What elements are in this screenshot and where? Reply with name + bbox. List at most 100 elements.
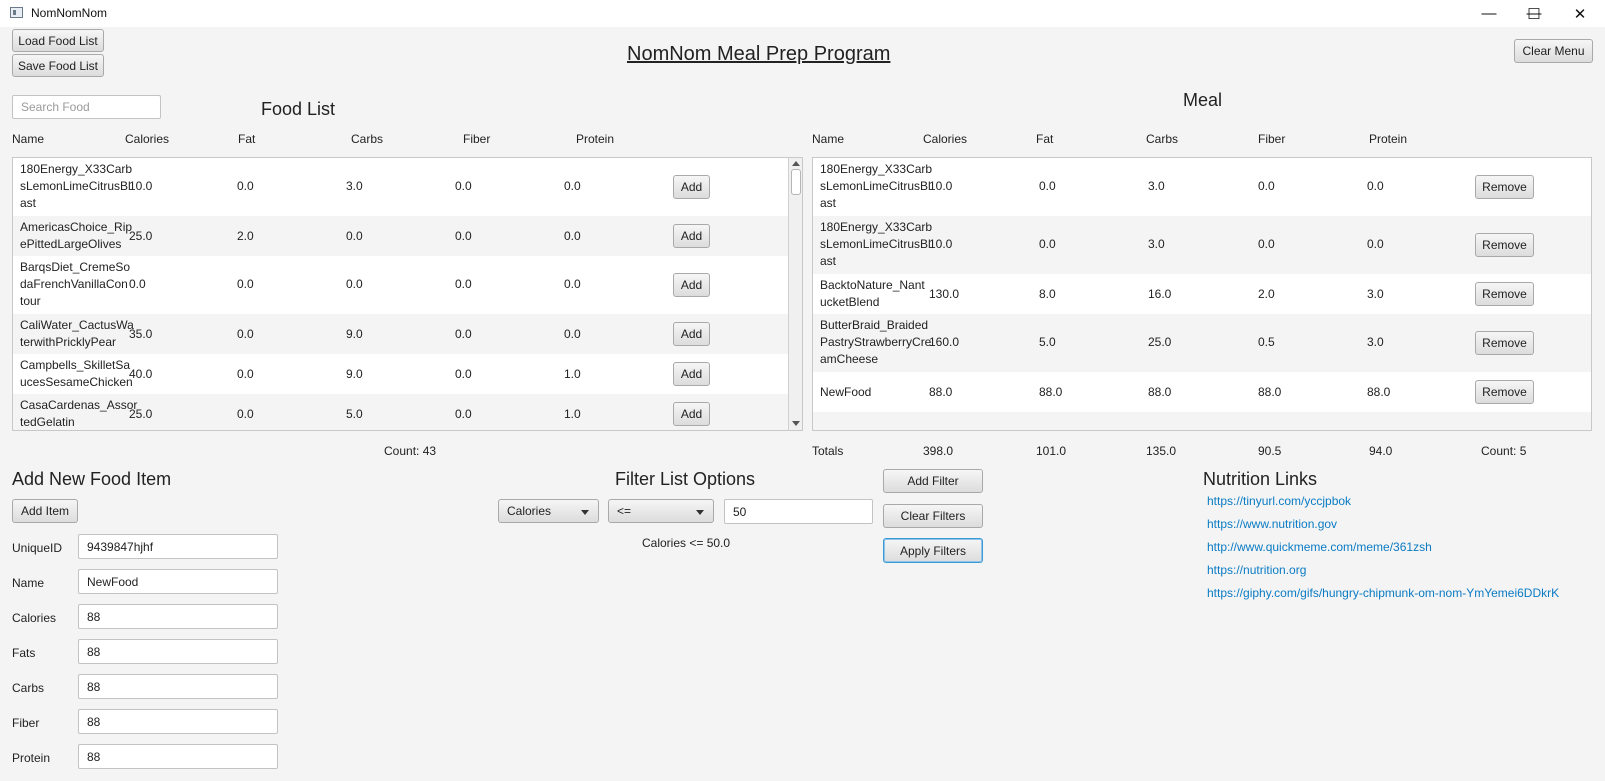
carbs-label: Carbs [12,681,45,695]
add-food-button[interactable]: Add [673,362,710,386]
food-fiber: 0.0 [455,229,472,243]
load-food-list-button[interactable]: Load Food List [12,29,104,52]
nutrition-link[interactable]: https://giphy.com/gifs/hungry-chipmunk-o… [1207,586,1559,600]
protein-label: Protein [12,751,51,765]
meal-item-calories: 88.0 [929,385,953,399]
fiber-label: Fiber [12,716,40,730]
food-fat: 0.0 [237,327,254,341]
close-button[interactable]: ✕ [1557,0,1603,27]
food-fat: 0.0 [237,407,254,421]
table-row[interactable]: AmericasChoice_Rip ePittedLargeOlives 25… [13,216,802,256]
chevron-down-icon [581,510,589,515]
table-row[interactable]: 180Energy_X33Carb sLemonLimeCitrusBl ast… [813,158,1591,216]
nutrition-links-heading: Nutrition Links [1203,469,1318,489]
table-row[interactable]: Campbells_SkilletSa ucesSesameChicken 40… [13,354,802,394]
food-fat: 2.0 [237,229,254,243]
food-col-carbs: Carbs [351,132,384,146]
add-food-button[interactable]: Add [673,322,710,346]
remove-meal-item-button[interactable]: Remove [1475,331,1534,355]
clear-filters-button[interactable]: Clear Filters [883,504,983,528]
meal-col-fat: Fat [1036,132,1054,146]
meal-col-fiber: Fiber [1258,132,1286,146]
fats-field[interactable]: 88 [78,639,278,664]
food-col-name: Name [12,132,45,146]
filter-operator-select[interactable]: <= [608,499,714,523]
table-row[interactable]: BarqsDiet_CremeSo daFrenchVanillaCon tou… [13,256,802,314]
meal-item-name: BacktoNature_Nant ucketBlend [820,278,925,309]
table-row[interactable]: 180Energy_X33Carb sLemonLimeCitrusBl ast… [813,216,1591,274]
remove-meal-item-button[interactable]: Remove [1475,282,1534,306]
food-fiber: 0.0 [455,277,472,291]
fiber-field[interactable]: 88 [78,709,278,734]
minimize-button-glyph[interactable]: — [1466,0,1512,27]
search-food-input[interactable]: Search Food [12,95,161,119]
remove-meal-item-button[interactable]: Remove [1475,380,1534,404]
food-fiber: 0.0 [455,367,472,381]
add-item-button[interactable]: Add Item [12,499,78,523]
food-name: Campbells_SkilletSa ucesSesameChicken [20,358,133,389]
food-carbs: 5.0 [346,407,363,421]
food-col-calories: Calories [125,132,170,146]
food-carbs: 3.0 [346,179,363,193]
filter-field-value: Calories [507,504,552,518]
filter-amount-input[interactable]: 50 [724,499,873,524]
meal-item-protein: 88.0 [1367,385,1391,399]
table-row[interactable]: 180Energy_X33Carb sLemonLimeCitrusBl ast… [13,158,802,216]
filter-field-select[interactable]: Calories [498,499,599,523]
name-field[interactable]: NewFood [78,569,278,594]
active-filter-text: Calories <= 50.0 [642,536,731,550]
protein-field[interactable]: 88 [78,744,278,769]
table-row[interactable]: BacktoNature_Nant ucketBlend 130.0 8.0 1… [813,274,1591,314]
table-row[interactable]: NewFood 88.0 88.0 88.0 88.0 88.0 Remove [813,372,1591,412]
meal-col-calories: Calories [923,132,968,146]
table-row[interactable]: CasaCardenas_Assor tedGelatin 25.0 0.0 5… [13,394,802,430]
meal-item-carbs: 25.0 [1148,335,1172,349]
nutrition-link[interactable]: https://tinyurl.com/yccjpbok [1207,494,1351,508]
app-icon [10,7,23,18]
meal-item-fat: 8.0 [1039,287,1056,301]
totals-fiber: 90.5 [1258,444,1282,458]
table-row[interactable]: CaliWater_CactusWa terwithPricklyPear 35… [13,314,802,354]
calories-field[interactable]: 88 [78,604,278,629]
table-row[interactable]: ButterBraid_Braided PastryStrawberryCre … [813,314,1591,372]
save-food-list-button[interactable]: Save Food List [12,54,104,77]
scroll-down-icon[interactable] [792,421,800,426]
window-title: NomNomNom [31,6,108,20]
remove-meal-item-button[interactable]: Remove [1475,175,1534,199]
meal-col-name: Name [812,132,845,146]
uniqueid-field[interactable]: 9439847hjhf [78,534,278,559]
apply-filters-button[interactable]: Apply Filters [883,538,983,563]
scroll-up-icon[interactable] [792,161,800,166]
add-food-button[interactable]: Add [673,224,710,248]
meal-item-calories: 10.0 [929,179,953,193]
meal-item-carbs: 16.0 [1148,287,1172,301]
name-label: Name [12,576,45,590]
nutrition-link[interactable]: https://www.nutrition.gov [1207,517,1337,531]
page-title: NomNom Meal Prep Program [627,43,891,65]
carbs-field[interactable]: 88 [78,674,278,699]
meal-table[interactable]: 180Energy_X33Carb sLemonLimeCitrusBl ast… [812,157,1592,431]
nutrition-link[interactable]: https://nutrition.org [1207,563,1306,577]
food-list-table[interactable]: 180Energy_X33Carb sLemonLimeCitrusBl ast… [12,157,803,431]
food-fat: 0.0 [237,367,254,381]
food-list-scrollbar[interactable] [788,158,802,430]
add-food-button[interactable]: Add [673,273,710,297]
food-calories: 35.0 [129,327,153,341]
food-col-fiber: Fiber [463,132,491,146]
meal-item-fiber: 0.5 [1258,335,1275,349]
fats-label: Fats [12,646,36,660]
food-fiber: 0.0 [455,407,472,421]
add-food-button[interactable]: Add [673,175,710,199]
nutrition-link[interactable]: http://www.quickmeme.com/meme/361zsh [1207,540,1432,554]
meal-item-fiber: 2.0 [1258,287,1275,301]
add-food-button[interactable]: Add [673,402,710,426]
meal-item-fat: 88.0 [1039,385,1063,399]
add-item-heading: Add New Food Item [12,469,172,489]
add-filter-button[interactable]: Add Filter [883,469,983,493]
scroll-thumb[interactable] [791,169,801,195]
food-protein: 0.0 [564,229,581,243]
clear-menu-button[interactable]: Clear Menu [1514,39,1593,63]
chevron-down-icon [696,510,704,515]
remove-meal-item-button[interactable]: Remove [1475,233,1534,257]
maximize-button[interactable]: ☐ [1511,0,1557,27]
